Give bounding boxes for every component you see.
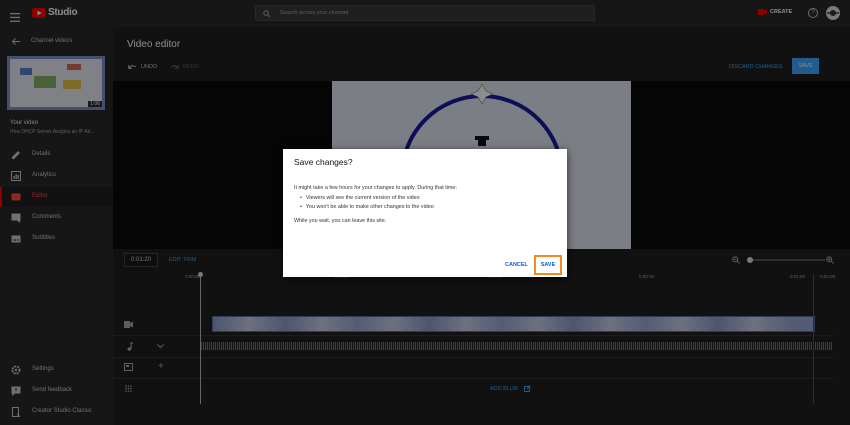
- dialog-title: Save changes?: [294, 157, 353, 167]
- dialog-footer-note: While you wait, you can leave this site.: [294, 217, 387, 224]
- dialog-body: It might take a few hours for your chang…: [294, 184, 457, 226]
- dialog-intro: It might take a few hours for your chang…: [294, 185, 457, 191]
- save-changes-dialog: Save changes? It might take a few hours …: [283, 149, 567, 277]
- dialog-bullet-list: Viewers will see the current version of …: [294, 194, 457, 213]
- dialog-cancel-button[interactable]: CANCEL: [505, 262, 528, 268]
- dialog-save-button[interactable]: SAVE: [534, 255, 562, 275]
- dialog-bullet: You won't be able to make other changes …: [300, 203, 457, 213]
- dialog-bullet: Viewers will see the current version of …: [300, 194, 457, 204]
